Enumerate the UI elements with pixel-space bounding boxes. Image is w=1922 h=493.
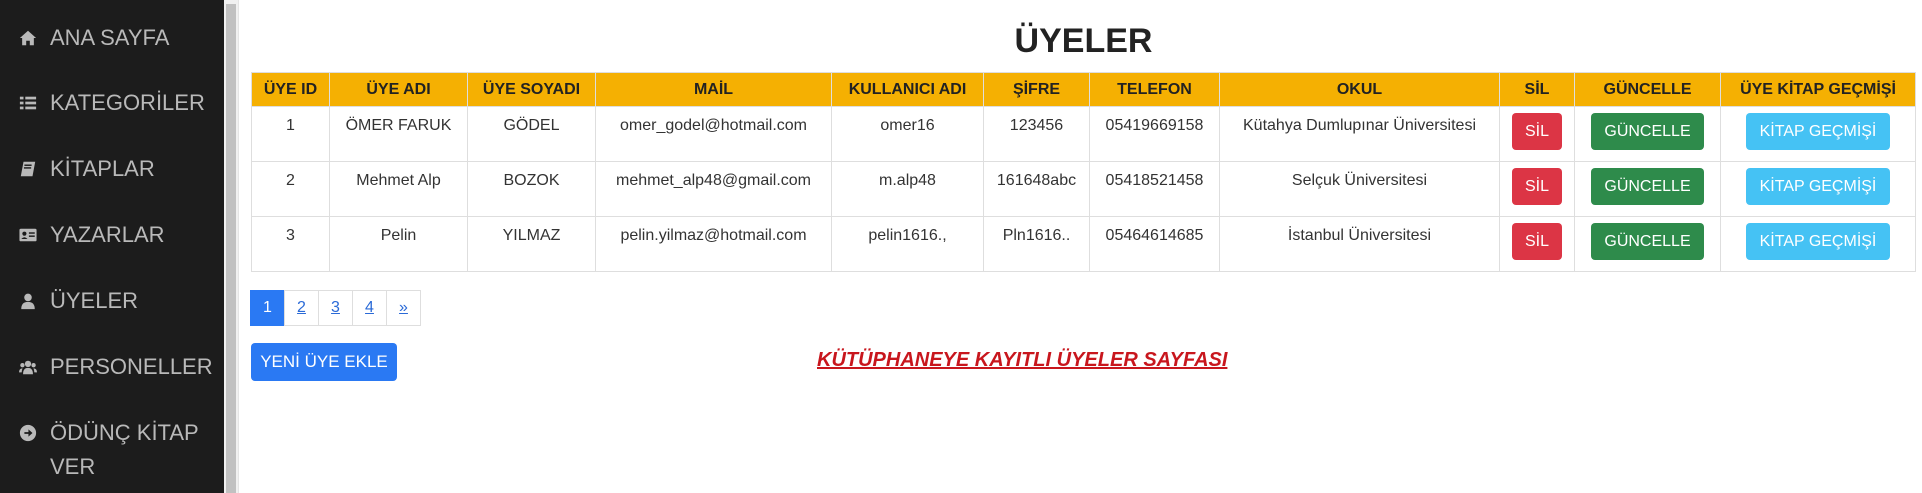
column-header-mail: MAİL <box>595 72 832 107</box>
sidebar-item-label: ANA SAYFA <box>50 25 170 50</box>
cell-phone: 05418521458 <box>1089 161 1220 217</box>
cell-delete: SİL <box>1499 161 1575 217</box>
cell-school: Selçuk Üniversitesi <box>1219 161 1500 217</box>
cell-phone: 05419669158 <box>1089 106 1220 162</box>
sidebar-item-uyeler[interactable]: ÜYELER <box>18 284 216 318</box>
update-button[interactable]: GÜNCELLE <box>1591 223 1704 260</box>
page-caption: KÜTÜPHANEYE KAYITLI ÜYELER SAYFASI <box>817 349 1228 371</box>
sidebar-item-ana-sayfa[interactable]: ANA SAYFA <box>18 21 216 55</box>
table-header: ÜYE ID ÜYE ADI ÜYE SOYADI MAİL KULLANICI… <box>251 72 1916 107</box>
column-header-history: ÜYE KİTAP GEÇMİŞİ <box>1720 72 1916 107</box>
cell-id: 3 <box>251 216 330 272</box>
id-card-icon <box>18 218 38 252</box>
user-icon <box>18 284 38 318</box>
cell-username: pelin1616., <box>831 216 984 272</box>
sidebar: ANA SAYFA KATEGORİLER KİTAPLAR YAZARLAR … <box>0 0 224 493</box>
cell-id: 1 <box>251 106 330 162</box>
members-table: ÜYE ID ÜYE ADI ÜYE SOYADI MAİL KULLANICI… <box>251 72 1916 272</box>
content-divider <box>238 0 239 493</box>
sidebar-item-label: YAZARLAR <box>50 222 165 247</box>
book-history-button[interactable]: KİTAP GEÇMİŞİ <box>1746 113 1890 150</box>
cell-name: Pelin <box>329 216 468 272</box>
sidebar-item-label: ÖDÜNÇ KİTAP VER <box>50 420 199 479</box>
cell-phone: 05464614685 <box>1089 216 1220 272</box>
sidebar-item-yazarlar[interactable]: YAZARLAR <box>18 218 216 252</box>
column-header-update: GÜNCELLE <box>1574 72 1721 107</box>
cell-delete: SİL <box>1499 106 1575 162</box>
cell-update: GÜNCELLE <box>1574 216 1721 272</box>
page-link-3[interactable]: 3 <box>318 290 353 326</box>
cell-name: ÖMER FARUK <box>329 106 468 162</box>
book-history-button[interactable]: KİTAP GEÇMİŞİ <box>1746 223 1890 260</box>
cell-surname: GÖDEL <box>467 106 596 162</box>
delete-button[interactable]: SİL <box>1512 223 1562 260</box>
cell-username: omer16 <box>831 106 984 162</box>
sidebar-scrollbar-thumb[interactable] <box>226 4 236 493</box>
cell-name: Mehmet Alp <box>329 161 468 217</box>
arrow-circle-right-icon <box>18 416 38 450</box>
cell-history: KİTAP GEÇMİŞİ <box>1720 216 1916 272</box>
table-row: 2 Mehmet Alp BOZOK mehmet_alp48@gmail.co… <box>251 161 1916 217</box>
users-icon <box>18 350 38 384</box>
cell-username: m.alp48 <box>831 161 984 217</box>
cell-surname: BOZOK <box>467 161 596 217</box>
list-icon <box>18 86 38 120</box>
cell-password: 161648abc <box>983 161 1090 217</box>
add-member-button[interactable]: YENİ ÜYE EKLE <box>251 343 397 381</box>
cell-id: 2 <box>251 161 330 217</box>
cell-school: Kütahya Dumlupınar Üniversitesi <box>1219 106 1500 162</box>
cell-mail: mehmet_alp48@gmail.com <box>595 161 832 217</box>
page-link-next[interactable]: » <box>386 290 421 326</box>
cell-surname: YILMAZ <box>467 216 596 272</box>
cell-mail: pelin.yilmaz@hotmail.com <box>595 216 832 272</box>
table-body: 1 ÖMER FARUK GÖDEL omer_godel@hotmail.co… <box>251 106 1916 272</box>
cell-password: 123456 <box>983 106 1090 162</box>
cell-mail: omer_godel@hotmail.com <box>595 106 832 162</box>
cell-update: GÜNCELLE <box>1574 106 1721 162</box>
page-link-2[interactable]: 2 <box>284 290 319 326</box>
app-root: ANA SAYFA KATEGORİLER KİTAPLAR YAZARLAR … <box>0 0 1922 493</box>
column-header-name: ÜYE ADI <box>329 72 468 107</box>
sidebar-item-odunc-kitap-ver[interactable]: ÖDÜNÇ KİTAP VER <box>18 416 216 484</box>
pagination: 1 2 3 4 » <box>250 290 421 326</box>
column-header-delete: SİL <box>1499 72 1575 107</box>
sidebar-item-kategoriler[interactable]: KATEGORİLER <box>18 86 216 120</box>
cell-history: KİTAP GEÇMİŞİ <box>1720 161 1916 217</box>
sidebar-item-label: KİTAPLAR <box>50 156 155 181</box>
update-button[interactable]: GÜNCELLE <box>1591 168 1704 205</box>
column-header-school: OKUL <box>1219 72 1500 107</box>
sidebar-item-personeller[interactable]: PERSONELLER <box>18 350 216 384</box>
cell-password: Pln1616.. <box>983 216 1090 272</box>
column-header-id: ÜYE ID <box>251 72 330 107</box>
table-row: 3 Pelin YILMAZ pelin.yilmaz@hotmail.com … <box>251 216 1916 272</box>
sidebar-item-label: KATEGORİLER <box>50 90 205 115</box>
page-link-1[interactable]: 1 <box>250 290 285 326</box>
page-link-4[interactable]: 4 <box>352 290 387 326</box>
cell-school: İstanbul Üniversitesi <box>1219 216 1500 272</box>
sidebar-item-kitaplar[interactable]: KİTAPLAR <box>18 152 216 186</box>
book-history-button[interactable]: KİTAP GEÇMİŞİ <box>1746 168 1890 205</box>
page-title: ÜYELER <box>1014 22 1153 60</box>
table-row: 1 ÖMER FARUK GÖDEL omer_godel@hotmail.co… <box>251 106 1916 162</box>
update-button[interactable]: GÜNCELLE <box>1591 113 1704 150</box>
column-header-username: KULLANICI ADI <box>831 72 984 107</box>
sidebar-item-label: ÜYELER <box>50 288 139 313</box>
column-header-surname: ÜYE SOYADI <box>467 72 596 107</box>
cell-update: GÜNCELLE <box>1574 161 1721 217</box>
book-icon <box>18 152 38 186</box>
home-icon <box>18 21 38 55</box>
cell-history: KİTAP GEÇMİŞİ <box>1720 106 1916 162</box>
cell-delete: SİL <box>1499 216 1575 272</box>
column-header-phone: TELEFON <box>1089 72 1220 107</box>
column-header-password: ŞİFRE <box>983 72 1090 107</box>
delete-button[interactable]: SİL <box>1512 113 1562 150</box>
table-header-row: ÜYE ID ÜYE ADI ÜYE SOYADI MAİL KULLANICI… <box>251 72 1916 107</box>
delete-button[interactable]: SİL <box>1512 168 1562 205</box>
sidebar-item-label: PERSONELLER <box>50 354 213 379</box>
